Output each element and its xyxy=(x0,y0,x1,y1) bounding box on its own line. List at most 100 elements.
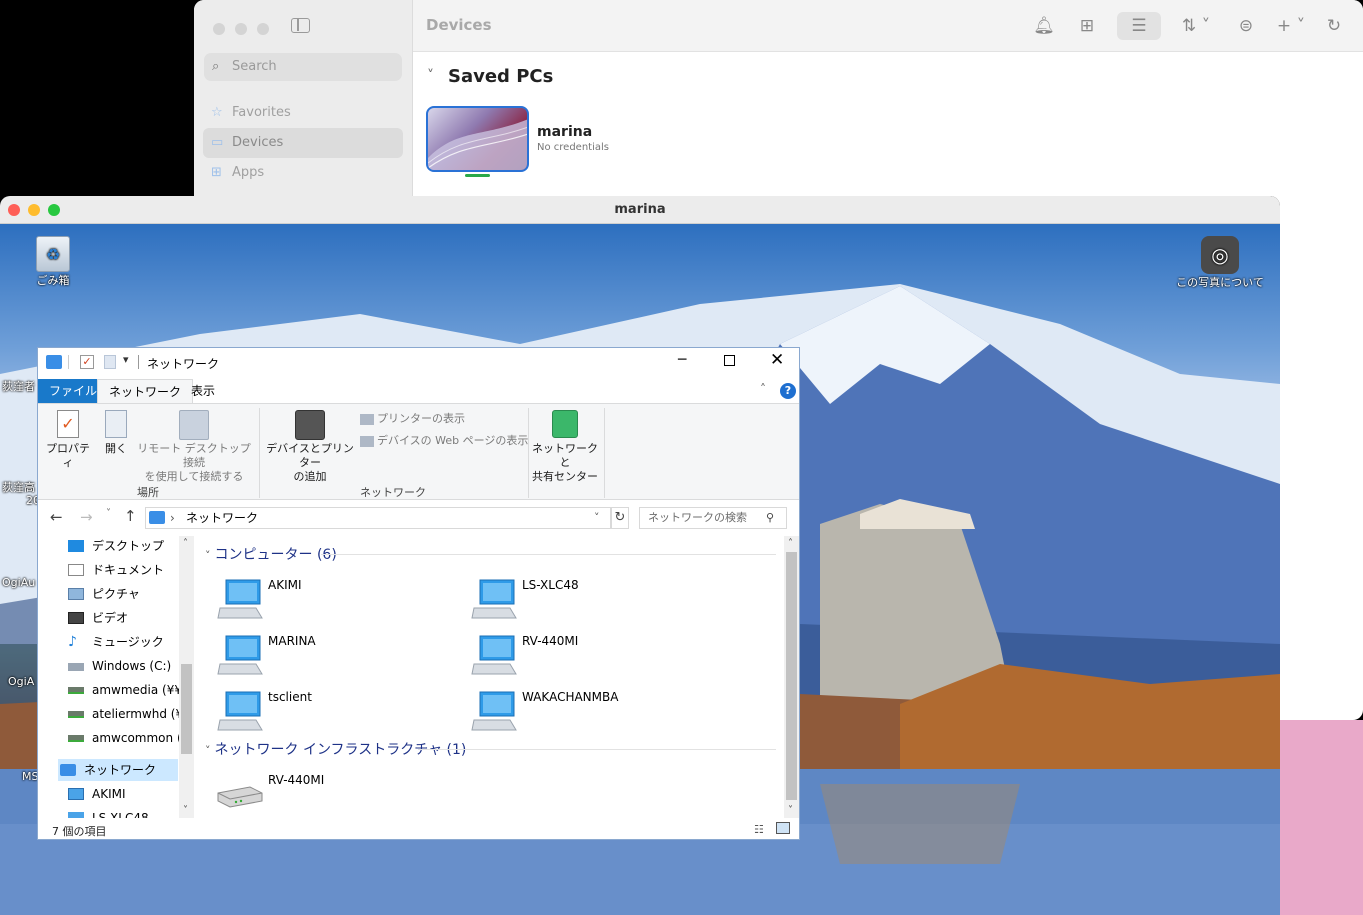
forward-arrow-icon[interactable]: → xyxy=(80,508,93,526)
status-bar-text: 7 個の項目 xyxy=(52,825,107,838)
background-pink-area xyxy=(1280,720,1363,915)
computer-name: AKIMI xyxy=(268,578,302,592)
printer-icon xyxy=(295,410,325,440)
remote-desktop-label-1: リモート デスクトップ接続 xyxy=(137,442,251,469)
computer-item-rv-440mi[interactable]: RV-440MI xyxy=(470,634,720,680)
address-bar[interactable]: › ネットワーク ˅ xyxy=(145,507,611,529)
up-arrow-icon[interactable]: ↑ xyxy=(124,507,137,525)
sidebar-toggle-icon[interactable] xyxy=(291,18,310,33)
close-button[interactable] xyxy=(213,23,225,35)
sidebar-item-favorites[interactable]: ☆ Favorites xyxy=(203,98,403,128)
network-sharing-center-button[interactable]: ネットワークと 共有センター xyxy=(532,410,598,484)
sidebar-item-apps[interactable]: ⊞ Apps xyxy=(203,158,403,188)
grid-view-icon[interactable]: ⊞ xyxy=(1075,14,1099,38)
nav-item-documents[interactable]: ドキュメント xyxy=(68,560,180,580)
sidebar-item-label: Devices xyxy=(232,135,284,150)
desktop-icon-label[interactable]: 荻窪高 xyxy=(2,479,38,495)
nav-item-akimi[interactable]: AKIMI xyxy=(68,784,180,804)
zoom-button[interactable] xyxy=(257,23,270,35)
new-folder-quick-icon[interactable] xyxy=(104,355,116,369)
nav-item-ateliermwhd[interactable]: ateliermwhd (¥¥ xyxy=(68,704,180,724)
open-label: 開く xyxy=(105,442,127,455)
nav-item-label: ビデオ xyxy=(92,611,129,625)
group-computers[interactable]: ˅ コンピューター (6) xyxy=(205,544,337,564)
recent-locations-icon[interactable]: ˅ xyxy=(106,508,111,519)
search-input[interactable]: ⌕ Search xyxy=(204,53,402,81)
desktop-icon-label[interactable]: MS xyxy=(22,770,38,783)
computer-icon xyxy=(471,579,517,619)
nav-item-label: ネットワーク xyxy=(84,763,157,777)
maximize-button[interactable] xyxy=(724,355,735,366)
network-drive-icon xyxy=(68,735,84,742)
nav-item-pictures[interactable]: ピクチャ xyxy=(68,584,180,604)
sort-icon[interactable]: ⇅ ˅ xyxy=(1175,14,1217,38)
filter-icon[interactable]: ⊜ xyxy=(1235,14,1257,38)
nav-item-amwcommon[interactable]: amwcommon (¥ xyxy=(68,728,180,748)
computer-item-marina[interactable]: MARINA xyxy=(216,634,466,680)
computer-name: tsclient xyxy=(268,690,312,704)
computer-item-akimi[interactable]: AKIMI xyxy=(216,578,466,624)
nav-item-amwmedia[interactable]: amwmedia (¥¥ls- xyxy=(68,680,180,700)
computer-name: LS-XLC48 xyxy=(522,578,579,592)
search-input[interactable]: ネットワークの検索 ⚲ xyxy=(639,507,787,529)
computer-item-tsclient[interactable]: tsclient xyxy=(216,690,466,736)
nav-item-network[interactable]: ネットワーク xyxy=(60,760,172,780)
about-photo-icon[interactable]: ◎ この写真について xyxy=(1172,236,1268,290)
minimize-button[interactable]: ─ xyxy=(678,352,686,368)
add-device-button[interactable]: デバイスとプリンター の追加 xyxy=(262,410,358,484)
address-dropdown-icon[interactable]: ˅ xyxy=(594,508,600,528)
nav-scrollbar[interactable]: ˄ ˅ xyxy=(179,536,194,818)
bell-icon[interactable]: 🔔︎ xyxy=(1033,14,1055,38)
help-icon[interactable]: ? xyxy=(780,383,796,399)
remote-desktop-icon xyxy=(179,410,209,440)
nav-item-label: Windows (C:) xyxy=(92,659,172,673)
device-name: RV-440MI xyxy=(268,773,325,787)
show-printers-button[interactable]: プリンターの表示 xyxy=(360,410,465,426)
remote-desktop-button[interactable]: リモート デスクトップ接続 を使用して接続する xyxy=(134,410,254,484)
ribbon-collapse-icon[interactable]: ˄ xyxy=(760,382,766,396)
open-button[interactable]: 開く xyxy=(98,410,134,456)
remote-desktop-label-2: を使用して接続する xyxy=(144,470,244,483)
chevron-down-icon[interactable]: ˅ xyxy=(427,68,434,84)
network-drive-icon xyxy=(68,687,84,694)
nav-item-desktop[interactable]: デスクトップ xyxy=(68,536,180,556)
nav-item-videos[interactable]: ビデオ xyxy=(68,608,180,628)
properties-quick-icon[interactable]: ✓ xyxy=(80,355,94,369)
group-computers-label: コンピューター (6) xyxy=(214,547,337,563)
explorer-title: ネットワーク xyxy=(147,357,220,371)
minimize-button[interactable] xyxy=(235,23,248,35)
close-button[interactable]: ✕ xyxy=(770,350,784,370)
refresh-icon[interactable]: ↻ xyxy=(611,507,629,529)
nav-item-music[interactable]: ♪ ミュージック xyxy=(68,632,180,652)
tab-view[interactable]: 表示 xyxy=(180,379,226,403)
sidebar-item-devices[interactable]: ▭ Devices xyxy=(203,128,403,158)
wallpaper-thumb xyxy=(428,119,527,170)
quick-access-dropdown-icon[interactable]: ▾ xyxy=(123,353,129,366)
open-icon xyxy=(105,410,127,438)
infra-item-rv-440mi[interactable]: RV-440MI xyxy=(216,773,466,819)
back-arrow-icon[interactable]: ← xyxy=(50,508,63,526)
add-icon[interactable]: + ˅ xyxy=(1273,14,1309,38)
computer-name: RV-440MI xyxy=(522,634,579,648)
show-web-page-button[interactable]: デバイスの Web ページの表示 xyxy=(360,432,528,448)
add-device-label-1: デバイスとプリンター xyxy=(266,442,354,469)
recycle-bin-icon[interactable]: ♻ ごみ箱 xyxy=(28,236,78,288)
nav-item-windows-c[interactable]: Windows (C:) xyxy=(68,656,180,676)
computer-item-wakachanmba[interactable]: WAKACHANMBA xyxy=(470,690,720,736)
show-web-page-label: デバイスの Web ページの表示 xyxy=(377,434,529,447)
properties-button[interactable]: ✓ プロパティ xyxy=(44,410,92,470)
large-icons-view-icon[interactable] xyxy=(776,822,790,834)
tab-network[interactable]: ネットワーク xyxy=(97,379,194,404)
desktop-icon-label[interactable]: OgiAu xyxy=(2,576,38,589)
computer-item-ls-xlc48[interactable]: LS-XLC48 xyxy=(470,578,720,624)
refresh-icon[interactable]: ↻ xyxy=(1323,14,1345,38)
desktop-icon-label[interactable]: OgiA xyxy=(8,675,38,688)
properties-label: プロパティ xyxy=(46,442,90,469)
pc-thumbnail[interactable] xyxy=(426,106,529,172)
document-icon xyxy=(68,564,84,576)
desktop-icon-label[interactable]: 荻窪者 xyxy=(2,378,38,394)
list-view-icon[interactable]: ☰ xyxy=(1117,12,1161,40)
details-view-icon[interactable]: ☷ xyxy=(754,823,764,836)
content-scrollbar[interactable]: ˄ ˅ xyxy=(784,536,799,818)
nav-item-ls-xlc48[interactable]: LS-XLC48 xyxy=(68,808,180,818)
